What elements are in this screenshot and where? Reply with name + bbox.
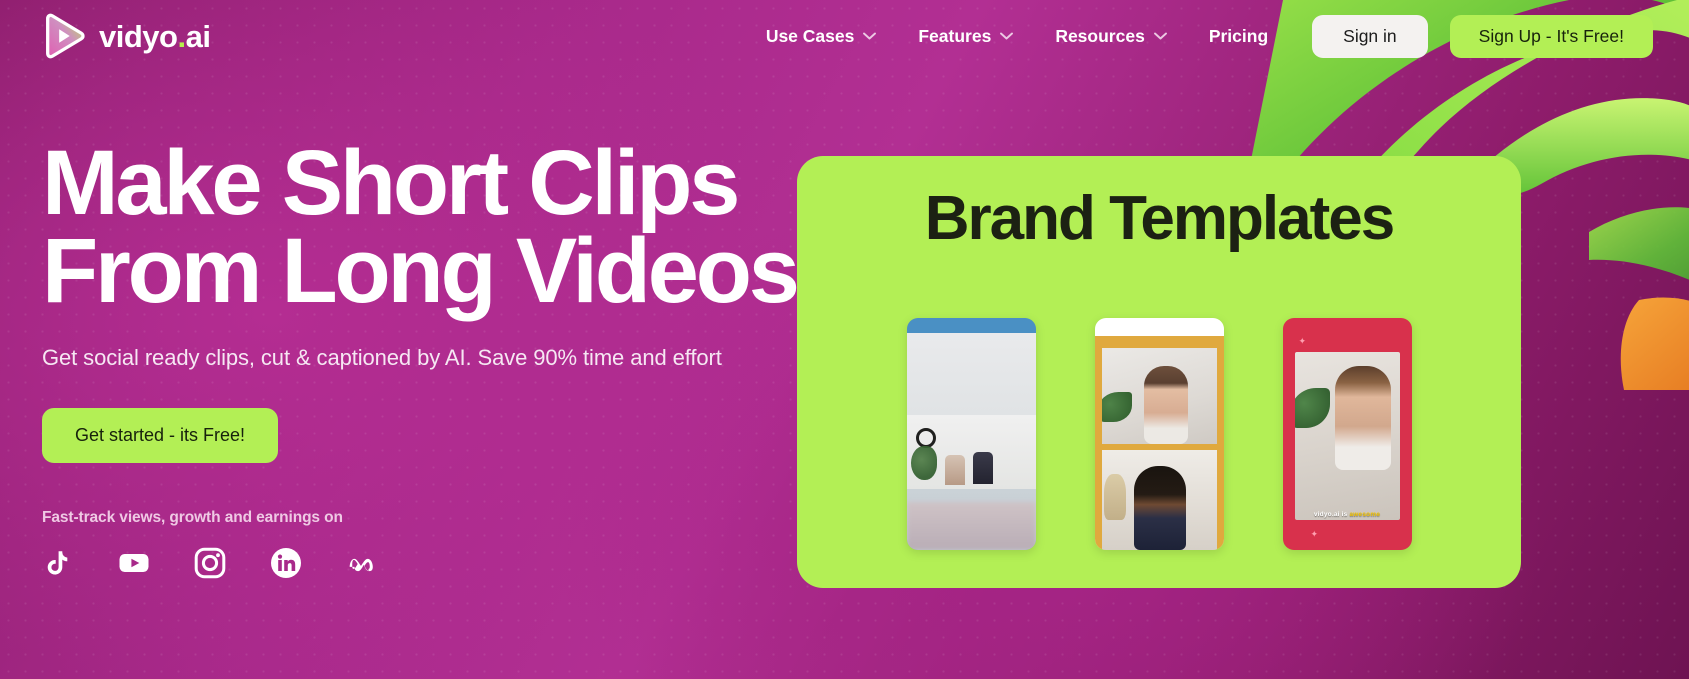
brand-logo[interactable]: vidyo.ai bbox=[40, 13, 211, 59]
brand-templates-card: Brand Templates ✦ vidyo.ai is awesome ✦ bbox=[797, 156, 1521, 588]
nav-label-use-cases: Use Cases bbox=[765, 25, 855, 46]
phone-mockup-gold bbox=[1094, 318, 1224, 550]
phone-mockup-blue bbox=[906, 318, 1036, 550]
chevron-down-icon bbox=[1000, 32, 1014, 40]
nav-label-pricing: Pricing bbox=[1208, 25, 1269, 46]
brand-name-main: vidyo bbox=[99, 18, 178, 54]
hero-section: Make Short Clips From Long Videos Get so… bbox=[42, 137, 802, 579]
phone-blue-screen bbox=[906, 333, 1036, 550]
meta-icon[interactable] bbox=[346, 547, 378, 579]
plant-decor bbox=[910, 445, 937, 480]
page-title: Make Short Clips From Long Videos bbox=[42, 137, 802, 323]
nav-label-resources: Resources bbox=[1055, 25, 1145, 46]
brand-name-dot: . bbox=[177, 18, 186, 54]
nav-item-features[interactable]: Features bbox=[918, 25, 1014, 47]
person-portrait bbox=[1143, 366, 1188, 444]
headline-line-1: Make Short Clips bbox=[42, 132, 740, 234]
sparkle-icon: ✦ bbox=[1310, 529, 1319, 539]
nav-actions: Sign in Sign Up - It's Free! bbox=[1312, 14, 1653, 58]
person-portrait bbox=[1334, 366, 1391, 470]
social-icons-row bbox=[42, 547, 802, 579]
brand-name-suffix: ai bbox=[185, 18, 211, 54]
nav-item-use-cases[interactable]: Use Cases bbox=[766, 26, 877, 47]
showcase-title: Brand Templates bbox=[924, 184, 1395, 253]
tiktok-icon[interactable] bbox=[42, 547, 74, 579]
nav-links: Use Cases Features Resources Pricing bbox=[766, 26, 1268, 47]
plant-decor bbox=[1101, 392, 1132, 422]
social-proof-text: Fast-track views, growth and earnings on bbox=[42, 508, 343, 526]
sparkle-icon: ✦ bbox=[1298, 336, 1307, 346]
phone-red-caption: vidyo.ai is awesome bbox=[1283, 511, 1412, 518]
headline-line-2: From Long Videos bbox=[42, 220, 800, 323]
caption-highlight: awesome bbox=[1349, 511, 1381, 518]
chevron-down-icon bbox=[1153, 32, 1167, 40]
play-triangle-icon bbox=[46, 13, 85, 59]
phone-gold-top-clip bbox=[1101, 348, 1217, 444]
top-navigation-bar: vidyo.ai Use Cases Features Resources Pr… bbox=[0, 0, 1689, 72]
phone-blue-blurred-bottom bbox=[906, 502, 1036, 550]
landing-page: vidyo.ai Use Cases Features Resources Pr… bbox=[0, 0, 1689, 679]
sign-in-button[interactable]: Sign in bbox=[1312, 14, 1428, 58]
chevron-down-icon bbox=[863, 32, 877, 40]
get-started-button[interactable]: Get started - its Free! bbox=[42, 407, 279, 463]
youtube-icon[interactable] bbox=[118, 547, 150, 579]
nav-label-features: Features bbox=[918, 25, 992, 46]
nav-item-pricing[interactable]: Pricing bbox=[1209, 26, 1268, 47]
nav-item-resources[interactable]: Resources bbox=[1055, 26, 1167, 47]
sign-up-button[interactable]: Sign Up - It's Free! bbox=[1449, 14, 1653, 58]
instagram-icon[interactable] bbox=[194, 547, 226, 579]
linkedin-icon[interactable] bbox=[270, 547, 302, 579]
phone-mockups: ✦ vidyo.ai is awesome ✦ bbox=[797, 318, 1521, 550]
person-a bbox=[944, 454, 965, 485]
plant-decor bbox=[1103, 474, 1126, 520]
phone-red-clip bbox=[1294, 352, 1400, 520]
brand-name: vidyo.ai bbox=[99, 18, 211, 54]
hero-subheadline: Get social ready clips, cut & captioned … bbox=[42, 344, 722, 370]
plant-decor bbox=[1294, 388, 1330, 428]
caption-prefix: vidyo.ai is bbox=[1313, 511, 1350, 518]
phone-mockup-red: ✦ vidyo.ai is awesome ✦ bbox=[1282, 318, 1412, 550]
person-b bbox=[972, 452, 993, 485]
phone-gold-bottom-clip bbox=[1101, 450, 1217, 550]
person-portrait bbox=[1133, 466, 1186, 550]
